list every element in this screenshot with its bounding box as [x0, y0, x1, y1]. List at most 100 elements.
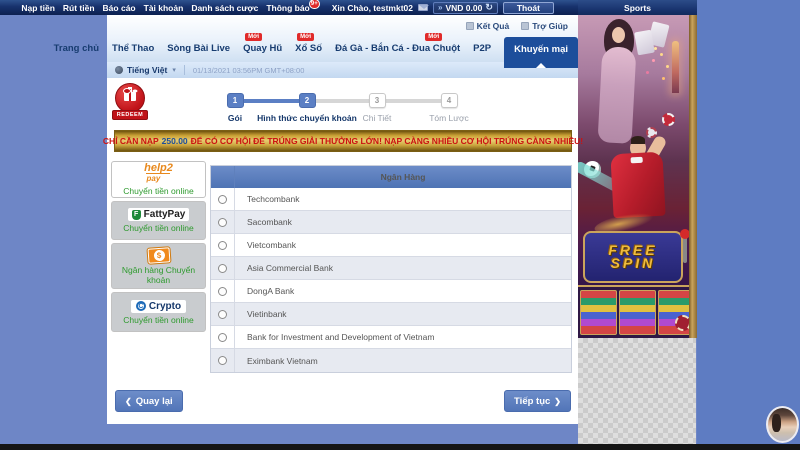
top-links: Kết Quả Trợ Giúp: [466, 21, 568, 31]
menu-account[interactable]: Tài khoản: [144, 3, 184, 13]
slot-lever-icon: [683, 237, 687, 263]
help-link[interactable]: Trợ Giúp: [521, 21, 568, 31]
results-icon: [466, 22, 474, 30]
back-button[interactable]: ❮ Quay lại: [115, 390, 183, 412]
continue-button-label: Tiếp tục: [514, 396, 550, 407]
bank-radio[interactable]: [218, 195, 227, 204]
account-menu: Nạp tiền Rút tiền Báo cáo Tài khoản Danh…: [21, 3, 309, 13]
results-link[interactable]: Kết Quả: [466, 21, 510, 31]
bank-name: Vietcombank: [235, 234, 571, 256]
step-4-label: Tóm Lược: [429, 113, 469, 123]
nav-live-casino[interactable]: Sòng Bài Live: [167, 43, 230, 62]
menu-withdraw[interactable]: Rút tiền: [63, 3, 95, 13]
balance-value: VND 0.00: [445, 3, 482, 13]
webcam-avatar[interactable]: [766, 406, 799, 443]
nav-promotions[interactable]: Khuyến mại: [504, 37, 578, 68]
bank-radio[interactable]: [218, 333, 227, 342]
menu-notifications[interactable]: Thông báo 9+: [266, 3, 309, 13]
step-4-number: 4: [441, 93, 458, 108]
logout-button[interactable]: Thoát: [503, 2, 554, 14]
money-icon: $: [147, 247, 170, 263]
step-3-number: 3: [369, 93, 386, 108]
banner-amount: 250.00: [162, 136, 188, 146]
payment-label: Ngân hàng Chuyển khoản: [114, 265, 203, 285]
payment-method-bank-transfer[interactable]: $ Ngân hàng Chuyển khoản: [111, 243, 206, 289]
balance-box: » VND 0.00 ↻: [433, 2, 498, 14]
new-badge: Mới: [245, 33, 262, 41]
free-spin-text-2: SPIN: [611, 257, 656, 270]
step-3-label: Chi Tiết: [363, 113, 392, 123]
mail-icon[interactable]: [418, 4, 428, 11]
promo-woman-dress: [598, 46, 637, 144]
chevron-down-icon[interactable]: ▾: [172, 66, 176, 74]
payment-method-crypto[interactable]: C Crypto Chuyển tiền online: [111, 292, 206, 332]
help-label: Trợ Giúp: [532, 21, 568, 31]
bank-radio[interactable]: [218, 310, 227, 319]
menu-notifications-label: Thông báo: [266, 3, 309, 13]
bottom-bar: [0, 444, 800, 450]
menu-bet-list[interactable]: Danh sách cược: [191, 3, 258, 13]
table-row: Techcombank: [211, 188, 571, 211]
bank-name: Techcombank: [235, 188, 571, 210]
back-button-label: Quay lại: [136, 396, 173, 407]
dollar-coin-icon: $: [153, 249, 165, 261]
checkered-area: [578, 338, 696, 444]
refresh-icon[interactable]: ↻: [485, 2, 493, 13]
nav-home[interactable]: Trang chủ: [54, 43, 99, 62]
table-row: Asia Commercial Bank: [211, 257, 571, 280]
divider: [184, 65, 185, 75]
bank-radio[interactable]: [218, 241, 227, 250]
table-row: Eximbank Vietnam: [211, 349, 571, 372]
bank-radio[interactable]: [218, 356, 227, 365]
help2pay-logo-line1: help2: [144, 162, 173, 174]
bank-column-header: Ngân Hàng: [235, 166, 571, 188]
content-card: REDEEM 1 Gói 2 Hình thức chuyển khoản 3 …: [107, 78, 578, 424]
nav-sports[interactable]: Thể Thao: [112, 43, 154, 62]
language-selector[interactable]: Tiếng Việt: [127, 65, 167, 75]
sports-panel-title: Sports: [624, 3, 651, 13]
main-navbar: Kết Quả Trợ Giúp Trang chủ Thể Thao Sòng…: [107, 15, 578, 62]
chevron-right-icon: ❯: [554, 397, 561, 406]
bank-name: Bank for Investment and Development of V…: [235, 326, 571, 348]
bank-radio[interactable]: [218, 218, 227, 227]
top-bar: Nạp tiền Rút tiền Báo cáo Tài khoản Danh…: [0, 0, 578, 15]
nav-slots-label: Quay Hũ: [243, 43, 282, 54]
fattypay-logo-text: FattyPay: [144, 209, 186, 220]
table-row: DongA Bank: [211, 280, 571, 303]
nav-slots[interactable]: Mới Quay Hũ: [243, 43, 282, 62]
crypto-logo-text: Crypto: [149, 301, 181, 312]
banner-text-1: CHỈ CẦN NẠP: [103, 136, 159, 146]
step-2-number: 2: [299, 93, 316, 108]
nav-lottery[interactable]: Mới Xổ Số: [295, 43, 322, 62]
nav-p2p[interactable]: P2P: [473, 43, 491, 62]
continue-button[interactable]: Tiếp tục ❯: [504, 390, 571, 412]
nav-cockfight[interactable]: Mới Đá Gà - Bắn Cá - Đua Chuột: [335, 43, 460, 62]
bank-radio[interactable]: [218, 287, 227, 296]
chevron-left-icon: ❮: [125, 397, 132, 406]
slot-reel: [619, 290, 656, 335]
table-row: Sacombank: [211, 211, 571, 234]
radio-column-header: [211, 166, 235, 188]
banner-text-2: ĐỂ CÓ CƠ HỘI ĐỂ TRÚNG GIẢI THƯỞNG LỚN! N…: [191, 136, 583, 146]
crypto-c-icon: C: [136, 301, 146, 311]
step-4: 4 Tóm Lược: [389, 93, 509, 123]
bank-name: Asia Commercial Bank: [235, 257, 571, 279]
payment-label: Chuyển tiền online: [123, 315, 193, 325]
bank-name: Vietinbank: [235, 303, 571, 325]
user-section: Xin Chào, testmkt02 » VND 0.00 ↻ Thoát: [332, 2, 554, 14]
payment-method-fattypay[interactable]: F FattyPay Chuyển tiền online: [111, 201, 206, 240]
bank-table-header: Ngân Hàng: [211, 166, 571, 188]
menu-deposit[interactable]: Nạp tiền: [21, 3, 55, 13]
payment-label: Chuyển tiền online: [123, 186, 193, 196]
bank-radio[interactable]: [218, 264, 227, 273]
payment-method-help2pay[interactable]: help2 pay Chuyển tiền online: [111, 161, 206, 198]
payment-label: Chuyển tiền online: [123, 223, 193, 233]
table-row: Bank for Investment and Development of V…: [211, 326, 571, 349]
menu-report[interactable]: Báo cáo: [103, 3, 136, 13]
step-indicator: 1 Gói 2 Hình thức chuyển khoản 3 Chi Tiế…: [107, 86, 578, 126]
nav-cockfight-label: Đá Gà - Bắn Cá - Đua Chuột: [335, 43, 460, 54]
help-icon: [521, 22, 529, 30]
results-label: Kết Quả: [477, 21, 510, 31]
double-arrow-icon[interactable]: »: [438, 3, 442, 12]
bank-name: DongA Bank: [235, 280, 571, 302]
